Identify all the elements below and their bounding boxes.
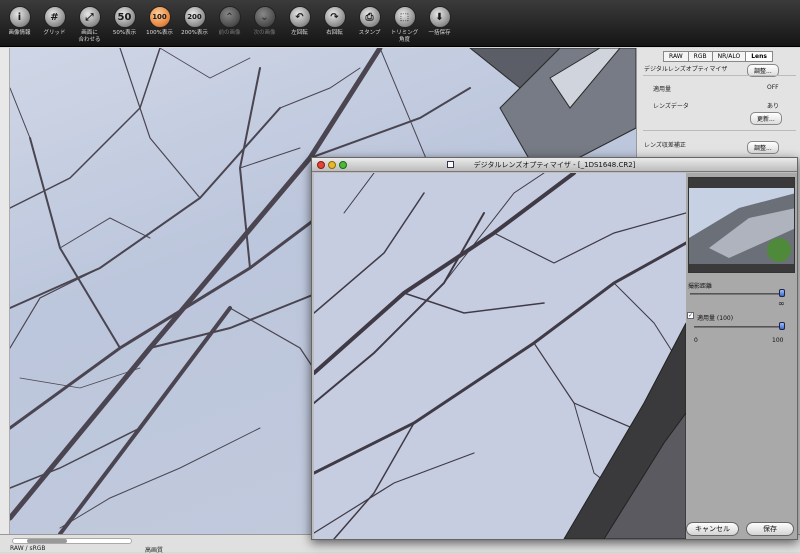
toolbar-icon: ↷ (323, 6, 346, 28)
tab-nr-alo[interactable]: NR/ALO (711, 51, 747, 62)
minimize-icon[interactable] (328, 161, 336, 169)
toolbar-button-label: 右回転 (326, 30, 343, 36)
lens-data-value: あり (767, 103, 780, 110)
dialog-preview-image[interactable] (314, 173, 686, 539)
toolbar-icon: ⎙ (358, 6, 381, 28)
toolbar-icon: ⤢ (78, 6, 101, 28)
distance-slider-knob[interactable] (779, 289, 785, 297)
apply-amount-checkbox-label: 適用量 (100) (697, 315, 734, 322)
apply-amount-slider-knob[interactable] (779, 322, 785, 330)
toolbar-icon: ↶ (288, 6, 311, 28)
aberration-title: レンズ収差補正 (644, 142, 686, 149)
lens-update-button[interactable]: 更新... (750, 112, 782, 125)
navigator-thumbnail[interactable] (688, 177, 795, 273)
toolbar-button-label: トリミング 角度 (390, 30, 419, 43)
toolbar-button-label: スタンプ (358, 30, 381, 36)
toolbar-button[interactable]: i 画像情報 (3, 6, 36, 37)
slider-max-label: 100 (772, 337, 784, 344)
distance-slider-track[interactable] (690, 293, 782, 295)
tab-raw[interactable]: RAW (663, 51, 689, 62)
toolbar-button: ⌃ 前の画像 (213, 6, 246, 37)
cancel-button[interactable]: キャンセル (686, 522, 739, 536)
toolbar-button[interactable]: ↶ 左回転 (283, 6, 316, 37)
toolbar-button-label: 100%表示 (146, 30, 173, 36)
apply-amount-label: 適用量 (653, 86, 672, 93)
toolbar-button[interactable]: ⎙ スタンプ (353, 6, 386, 37)
toolbar-icon: ⬚ (393, 6, 416, 28)
toolbar-button[interactable]: 50 50%表示 (108, 6, 141, 37)
toolbar-icon: ⌄ (253, 6, 276, 28)
lens-data-label: レンズデータ (653, 103, 689, 110)
toolbar-icon: ⌃ (218, 6, 241, 28)
close-icon[interactable] (317, 161, 325, 169)
apply-amount-value: OFF (767, 84, 779, 91)
toolbar-button[interactable]: # グリッド (38, 6, 71, 37)
toolbar-button-label: 50%表示 (112, 30, 137, 36)
tab-rgb[interactable]: RGB (687, 51, 713, 62)
toolbar-button[interactable]: 200 200%表示 (178, 6, 211, 37)
dlo-title: デジタルレンズオプティマイザ (644, 66, 728, 73)
document-icon (447, 161, 454, 168)
toolbar-button[interactable]: ⬇ 一括保存 (423, 6, 456, 37)
apply-amount-slider-track[interactable] (694, 326, 782, 328)
toolbar-button: ⌄ 次の画像 (248, 6, 281, 37)
scrollbar-thumb[interactable] (27, 539, 67, 543)
toolbar-button[interactable]: 100 100%表示 (143, 6, 176, 37)
toolbar-button-label: 左回転 (291, 30, 308, 36)
dialog-title: デジタルレンズオプティマイザ - [_1DS1648.CR2] (473, 161, 636, 169)
toolbar-icon: i (8, 6, 31, 28)
toolbar-button-label: 次の画像 (253, 30, 276, 36)
toolbar-button-label: グリッド (43, 30, 66, 36)
horizontal-scrollbar[interactable] (12, 538, 132, 544)
left-edge-strip (0, 48, 10, 534)
toolbar-icon: ⬇ (428, 6, 451, 28)
dialog-titlebar[interactable]: デジタルレンズオプティマイザ - [_1DS1648.CR2] (312, 158, 797, 172)
dlo-dialog: デジタルレンズオプティマイザ - [_1DS1648.CR2] 撮影距離 ∞ ✓… (311, 157, 798, 540)
save-button[interactable]: 保存 (746, 522, 794, 536)
distance-label: 撮影距離 (688, 283, 713, 290)
toolbar-button[interactable]: ⤢ 画面に 合わせる (73, 6, 106, 43)
dialog-tree-image (314, 173, 686, 539)
divider (643, 75, 796, 76)
toolbar-icon: 200 (183, 6, 206, 28)
color-info: RAW / sRGB (10, 545, 46, 552)
toolbar-button[interactable]: ↷ 右回転 (318, 6, 351, 37)
toolbar-icon: # (43, 6, 66, 28)
toolbar: i 画像情報 # グリッド ⤢ 画面に 合わせる 50 50%表示 100 100%表示 200 20… (0, 0, 800, 47)
divider (643, 130, 796, 131)
toolbar-button-label: 一括保存 (428, 30, 451, 36)
aberration-adjust-button[interactable]: 調整... (747, 141, 779, 154)
apply-amount-checkbox[interactable]: ✓ (687, 312, 694, 319)
zoom-icon[interactable] (339, 161, 347, 169)
slider-min-label: 0 (694, 337, 698, 344)
quality-label: 高画質 (145, 547, 164, 554)
adjustment-panel: RAW RGB NR/ALO Lens デジタルレンズオプティマイザ 調整... 適用… (636, 48, 800, 158)
toolbar-icon: 50 (113, 6, 136, 28)
toolbar-button-label: 200%表示 (181, 30, 208, 36)
toolbar-button-label: 画面に 合わせる (78, 30, 101, 43)
panel-tabs: RAW RGB NR/ALO Lens (637, 51, 800, 62)
toolbar-button[interactable]: ⬚ トリミング 角度 (388, 6, 421, 43)
infinity-label: ∞ (778, 299, 785, 308)
toolbar-icon: 100 (148, 6, 171, 28)
tab-lens[interactable]: Lens (745, 51, 773, 62)
dialog-side-panel: 撮影距離 ∞ ✓ 適用量 (100) 0 100 キャンセル 保存 (686, 173, 797, 539)
toolbar-button-label: 前の画像 (218, 30, 241, 36)
